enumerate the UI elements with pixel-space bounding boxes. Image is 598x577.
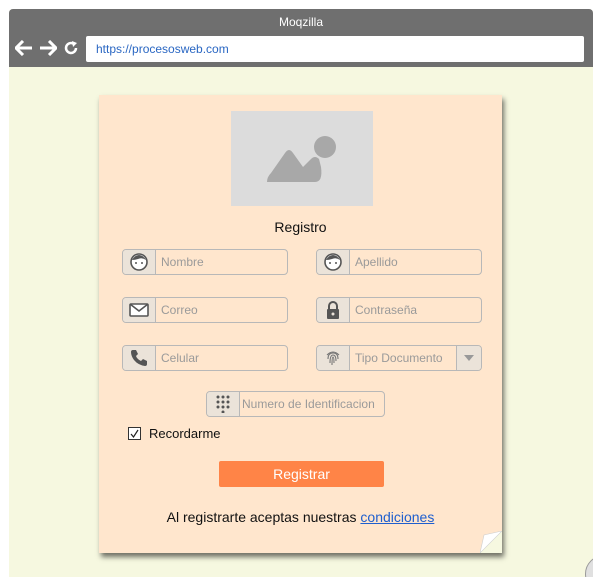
celular-field[interactable]: Celular bbox=[122, 345, 288, 371]
contrasena-field[interactable]: Contraseña bbox=[316, 297, 482, 323]
window-title: Moqzilla bbox=[278, 15, 323, 29]
page-fold-corner bbox=[480, 531, 502, 553]
contrasena-placeholder: Contraseña bbox=[355, 303, 418, 317]
browser-titlebar: Moqzilla https://procesosweb.com bbox=[9, 9, 593, 67]
terms-text: Al registrarte aceptas nuestras bbox=[166, 509, 357, 525]
apellido-field[interactable]: Apellido bbox=[316, 249, 482, 275]
forward-arrow-icon[interactable] bbox=[39, 40, 57, 56]
fingerprint-icon bbox=[317, 346, 350, 370]
registrar-button[interactable]: Registrar bbox=[219, 461, 384, 487]
numero-identificacion-field[interactable]: Numero de Identificacion bbox=[206, 391, 385, 417]
url-bar[interactable]: https://procesosweb.com bbox=[86, 36, 584, 62]
remember-label: Recordarme bbox=[149, 426, 221, 441]
nombre-placeholder: Nombre bbox=[161, 255, 204, 269]
phone-icon bbox=[123, 346, 156, 370]
envelope-icon bbox=[123, 298, 156, 322]
chevron-down-icon[interactable] bbox=[456, 346, 481, 370]
browser-window: Moqzilla https://procesosweb.com Registr… bbox=[9, 9, 593, 577]
remember-row: Recordarme bbox=[128, 426, 221, 441]
celular-placeholder: Celular bbox=[161, 351, 200, 365]
nombre-field[interactable]: Nombre bbox=[122, 249, 288, 275]
nav-controls bbox=[15, 40, 79, 56]
numero-identificacion-placeholder: Numero de Identificacion bbox=[242, 397, 375, 411]
correo-placeholder: Correo bbox=[161, 303, 198, 317]
user-avatar-icon[interactable] bbox=[585, 555, 593, 577]
tipo-documento-placeholder: Tipo Documento bbox=[355, 351, 443, 365]
face-icon bbox=[123, 250, 156, 274]
image-placeholder-icon bbox=[231, 111, 373, 206]
registration-card: Registro Nombre Apellido Correo Contrase… bbox=[99, 95, 502, 553]
back-arrow-icon[interactable] bbox=[15, 40, 33, 56]
tipo-documento-select[interactable]: Tipo Documento bbox=[316, 345, 482, 371]
reload-icon[interactable] bbox=[63, 40, 79, 56]
keypad-icon bbox=[207, 392, 240, 416]
lock-icon bbox=[317, 298, 350, 322]
apellido-placeholder: Apellido bbox=[355, 255, 398, 269]
face-icon bbox=[317, 250, 350, 274]
checkmark-icon bbox=[130, 429, 139, 438]
terms-text-row: Al registrarte aceptas nuestras condicio… bbox=[99, 509, 502, 525]
form-heading: Registro bbox=[274, 219, 327, 235]
terms-link[interactable]: condiciones bbox=[360, 509, 434, 525]
correo-field[interactable]: Correo bbox=[122, 297, 288, 323]
remember-checkbox[interactable] bbox=[128, 427, 141, 440]
